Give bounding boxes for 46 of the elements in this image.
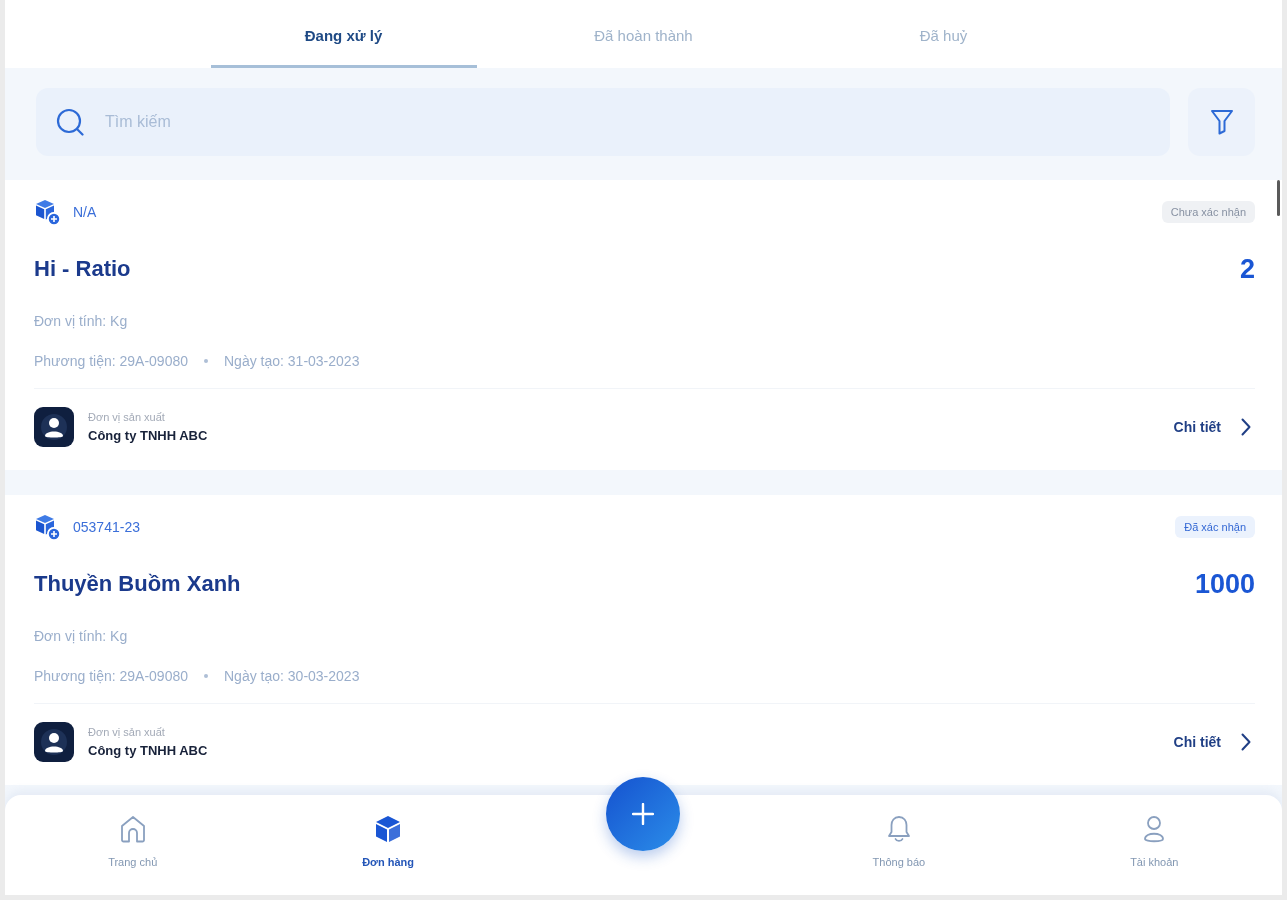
cube-icon <box>375 815 402 843</box>
home-icon <box>119 815 146 843</box>
detail-link[interactable]: Chi tiết <box>1173 418 1251 436</box>
separator-dot-icon <box>204 674 208 678</box>
created-date-text: Ngày tạo: 31-03-2023 <box>224 353 360 369</box>
detail-link[interactable]: Chi tiết <box>1173 733 1251 751</box>
quantity-text: 1000 <box>1194 568 1255 600</box>
nav-tab[interactable]: Tài khoản <box>1130 795 1179 868</box>
filter-button[interactable] <box>1188 88 1255 156</box>
chevron-right-icon <box>1241 733 1251 751</box>
plus-icon <box>632 803 655 825</box>
chevron-right-icon <box>1241 418 1251 436</box>
unit-text: Đơn vị tính: Kg <box>34 312 128 331</box>
box-plus-icon <box>34 513 61 541</box>
box-plus-icon <box>34 198 61 226</box>
person-icon <box>1143 815 1166 843</box>
search-field[interactable]: Tìm kiếm <box>36 88 1170 156</box>
order-code: N/A <box>73 204 97 220</box>
producer-name: Công ty TNHH ABC <box>88 428 208 443</box>
unit-text: Đơn vị tính: Kg <box>34 627 128 646</box>
search-icon <box>56 108 84 136</box>
vehicle-text: Phương tiện: 29A-09080 <box>34 353 188 369</box>
producer-label: Đơn vị sản xuất <box>88 411 166 423</box>
product-name: Hi - Ratio <box>34 256 131 282</box>
status-badge: Đã xác nhận <box>1175 516 1255 538</box>
nav-tab[interactable]: Đơn hàng <box>362 795 414 868</box>
nav-tab[interactable]: Trang chủ <box>108 795 158 868</box>
vehicle-text: Phương tiện: 29A-09080 <box>34 668 188 684</box>
quantity-text: 2 <box>1239 253 1255 285</box>
producer-name: Công ty TNHH ABC <box>88 743 208 758</box>
add-button[interactable] <box>606 777 681 851</box>
avatar-icon <box>34 407 74 447</box>
bell-icon <box>886 815 911 843</box>
status-tab[interactable]: Đã hoàn thành <box>510 0 777 68</box>
filter-icon <box>1209 109 1234 135</box>
status-badge: Chưa xác nhận <box>1161 201 1255 223</box>
producer-label: Đơn vị sản xuất <box>88 726 166 738</box>
avatar-icon <box>34 722 74 762</box>
status-tab[interactable]: Đã huỷ <box>810 0 1077 68</box>
product-name: Thuyền Buồm Xanh <box>34 571 241 597</box>
scrollbar-thumb[interactable] <box>1277 180 1280 216</box>
created-date-text: Ngày tạo: 30-03-2023 <box>224 668 360 684</box>
order-code: 053741-23 <box>73 519 140 535</box>
status-tab[interactable]: Đang xử lý <box>210 0 477 68</box>
separator-dot-icon <box>204 359 208 363</box>
nav-tab[interactable]: Thông báo <box>872 795 926 868</box>
